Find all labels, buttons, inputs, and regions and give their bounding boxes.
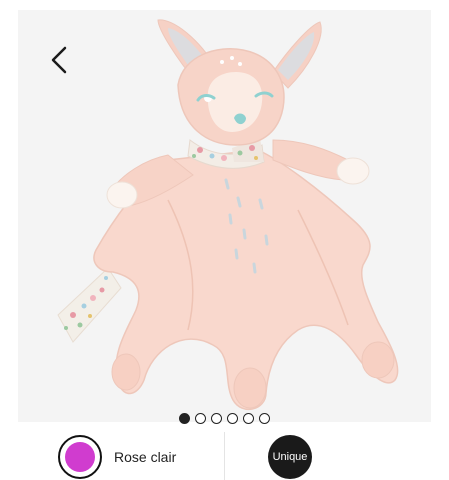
color-label: Rose clair — [114, 449, 177, 465]
pager-dot[interactable] — [259, 412, 270, 424]
color-swatch-fill — [65, 442, 95, 472]
chevron-left-icon — [51, 46, 67, 74]
product-image — [57, 19, 399, 411]
pager-dot[interactable] — [227, 412, 238, 424]
product-image-gallery[interactable] — [18, 10, 431, 422]
color-option[interactable]: Rose clair — [58, 435, 176, 479]
color-swatch[interactable] — [58, 435, 102, 479]
size-option-chip[interactable]: Unique — [268, 435, 312, 479]
pager-dot[interactable] — [179, 412, 190, 424]
divider — [224, 432, 225, 480]
pager-dot[interactable] — [195, 412, 206, 424]
back-button[interactable] — [42, 40, 76, 80]
pager-dot[interactable] — [243, 412, 254, 424]
variant-options-bar: Rose clair Unique — [0, 430, 449, 480]
pager-dot[interactable] — [211, 412, 222, 424]
ribbon-tag — [57, 267, 122, 343]
image-pager — [0, 411, 449, 425]
